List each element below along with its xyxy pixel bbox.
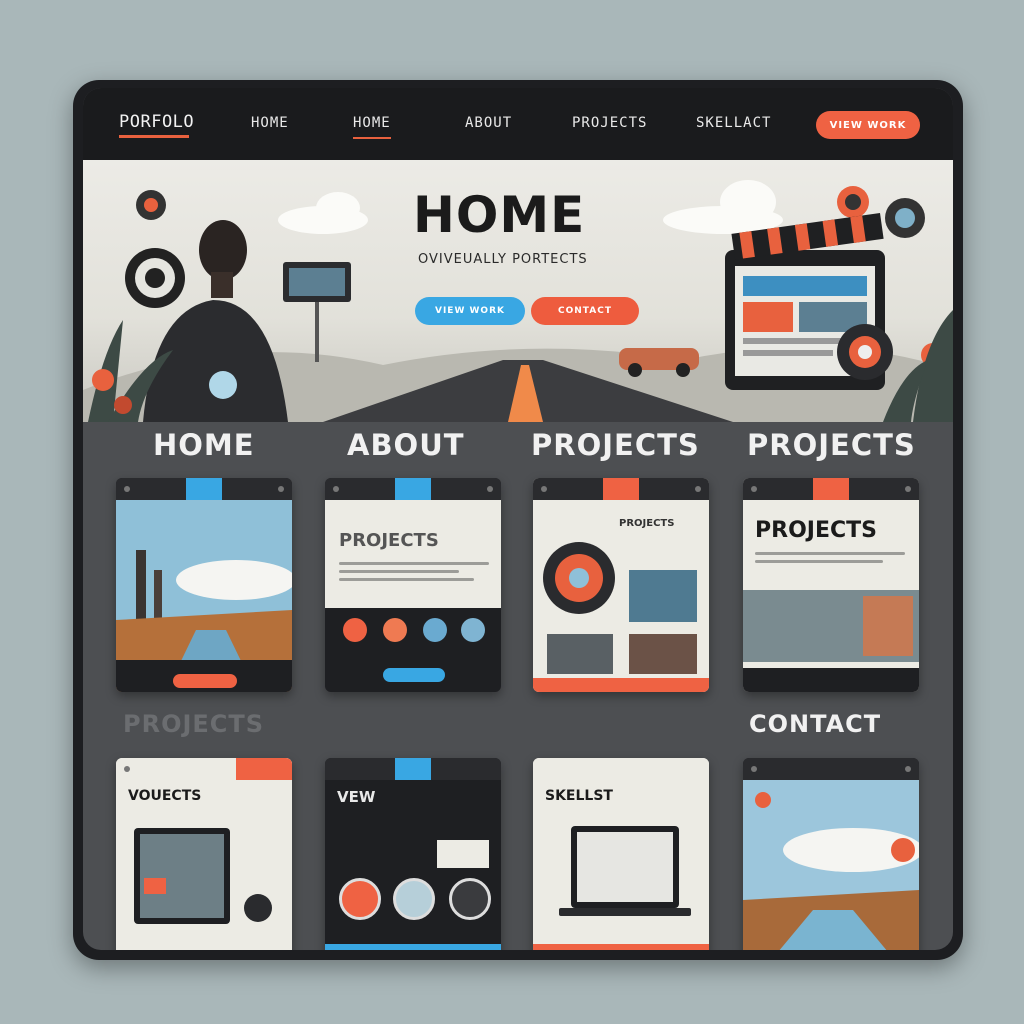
card-titlebar: [325, 478, 501, 500]
card-titlebar: [325, 758, 501, 780]
hero-primary-button[interactable]: VIEW WORK: [415, 297, 525, 325]
card-titlebar: [533, 478, 709, 500]
section-label-about: ABOUT: [347, 428, 465, 462]
card-laptop-screen: [577, 832, 673, 902]
card-tablet-screen: [140, 834, 224, 918]
hero-subtitle: OVIVEUALLY PORTECTS: [418, 252, 588, 267]
card-titlebar: [743, 478, 919, 500]
card-tablet-tile: [144, 878, 166, 894]
card-icon-3: [423, 618, 447, 642]
card-thumbnail-3: [629, 634, 697, 674]
card-heading: PROJECTS: [619, 518, 675, 529]
card-thumbnail-1: [629, 570, 697, 622]
section-label-projects: PROJECTS: [531, 428, 700, 462]
card-text-lines: [755, 552, 905, 568]
hero-banner: HOME OVIVEUALLY PORTECTS VIEW WORK CONTA…: [83, 160, 953, 422]
card-footer-bar: [743, 668, 919, 692]
card-titlebar: [116, 758, 292, 780]
top-navbar: PORFOLO HOME HOME ABOUT PROJECTS SKELLAC…: [83, 88, 953, 160]
card-landscape-image: [743, 780, 919, 950]
card-icon-4: [461, 618, 485, 642]
card-heading: PROJECTS: [339, 530, 439, 551]
card-footer-bar: [533, 944, 709, 950]
card-laptop-base: [559, 908, 691, 916]
card-round-icon: [244, 894, 272, 922]
card-footer-bar: [325, 944, 501, 950]
card-footer-button[interactable]: [173, 674, 237, 688]
card-heading: PROJECTS: [755, 518, 877, 543]
card-text-lines: [339, 562, 489, 586]
section-label-home: HOME: [153, 428, 255, 462]
nav-item-home[interactable]: HOME: [251, 115, 289, 131]
hero-secondary-button[interactable]: CONTACT: [531, 297, 639, 325]
card-circle-3: [449, 878, 491, 920]
preview-card-home[interactable]: [116, 478, 292, 692]
card-gallery-accent: [863, 596, 913, 656]
device-frame: PORFOLO HOME HOME ABOUT PROJECTS SKELLAC…: [73, 80, 963, 960]
card-note: [437, 840, 489, 868]
preview-card-about[interactable]: PROJECTS: [325, 478, 501, 692]
card-titlebar: [743, 758, 919, 780]
screen: PORFOLO HOME HOME ABOUT PROJECTS SKELLAC…: [83, 88, 953, 950]
nav-item-skills[interactable]: SKELLACT: [696, 115, 771, 131]
preview-card-contact[interactable]: [743, 758, 919, 950]
section-label-projects-faded: PROJECTS: [123, 710, 265, 738]
card-heading: VOUECTS: [128, 788, 202, 804]
hero-title: HOME: [413, 186, 586, 244]
nav-item-home-active[interactable]: HOME: [353, 115, 391, 139]
preview-card-vouects[interactable]: VOUECTS: [116, 758, 292, 950]
nav-item-projects[interactable]: PROJECTS: [572, 115, 647, 131]
card-circle-2: [393, 878, 435, 920]
section-label-projects-2: PROJECTS: [747, 428, 916, 462]
card-thumbnail-2: [547, 634, 613, 674]
card-icon-2: [383, 618, 407, 642]
card-circle-1: [339, 878, 381, 920]
section-label-contact: CONTACT: [749, 710, 882, 738]
card-footer-bar: [533, 678, 709, 692]
nav-item-about[interactable]: ABOUT: [465, 115, 512, 131]
card-landscape-image: [116, 500, 292, 692]
card-titlebar: [533, 758, 709, 780]
card-heading: VEW: [337, 788, 376, 806]
preview-card-skills[interactable]: SKELLST: [533, 758, 709, 950]
preview-card-projects[interactable]: PROJECTS: [533, 478, 709, 692]
preview-card-projects-2[interactable]: PROJECTS: [743, 478, 919, 692]
preview-card-view[interactable]: VEW: [325, 758, 501, 950]
nav-cta-button[interactable]: VIEW WORK: [816, 111, 920, 139]
card-titlebar: [116, 478, 292, 500]
card-footer-button[interactable]: [383, 668, 445, 682]
brand-logo[interactable]: PORFOLO: [119, 112, 194, 138]
card-icon-1: [343, 618, 367, 642]
card-vinyl-center: [569, 568, 589, 588]
card-heading: SKELLST: [545, 788, 613, 804]
card-content-panel: [325, 500, 501, 608]
